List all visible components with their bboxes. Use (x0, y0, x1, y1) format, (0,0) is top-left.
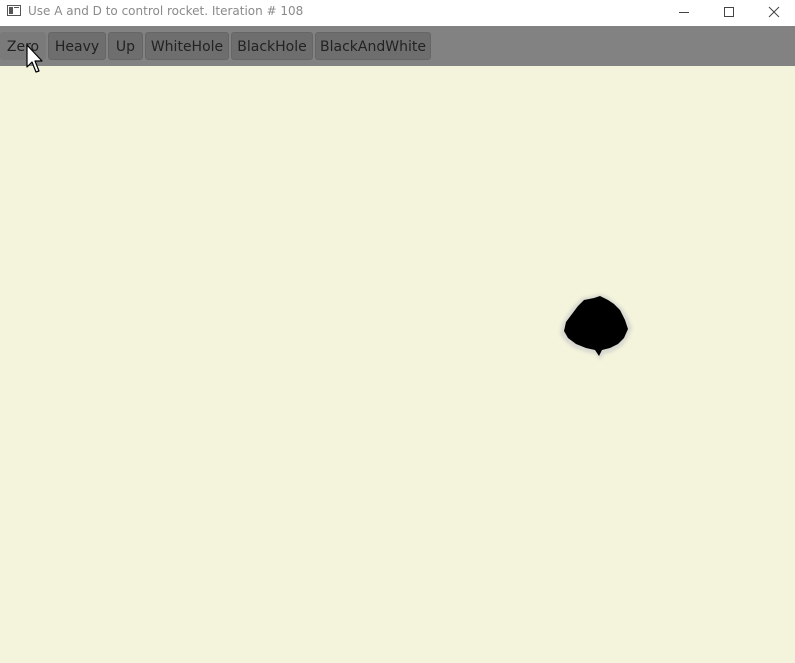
title-bar: Use A and D to control rocket. Iteration… (0, 0, 795, 24)
close-icon (768, 6, 780, 18)
toolbar: Zero Heavy Up WhiteHole BlackHole BlackA… (0, 26, 795, 66)
maximize-icon (724, 7, 734, 17)
heavy-button[interactable]: Heavy (48, 32, 106, 60)
mouse-pointer-icon (26, 44, 43, 73)
whitehole-button[interactable]: WhiteHole (145, 32, 229, 60)
app-icon (7, 5, 21, 16)
close-button[interactable] (751, 0, 795, 24)
window-title: Use A and D to control rocket. Iteration… (28, 4, 304, 18)
up-button[interactable]: Up (108, 32, 143, 60)
minimize-button[interactable] (661, 0, 707, 24)
simulation-canvas[interactable] (0, 66, 795, 663)
black-blob-icon (560, 294, 632, 360)
minimize-icon (679, 12, 689, 13)
blackandwhite-button[interactable]: BlackAndWhite (315, 32, 431, 60)
blackhole-button[interactable]: BlackHole (231, 32, 313, 60)
maximize-button[interactable] (706, 0, 752, 24)
app-window: Use A and D to control rocket. Iteration… (0, 0, 795, 663)
